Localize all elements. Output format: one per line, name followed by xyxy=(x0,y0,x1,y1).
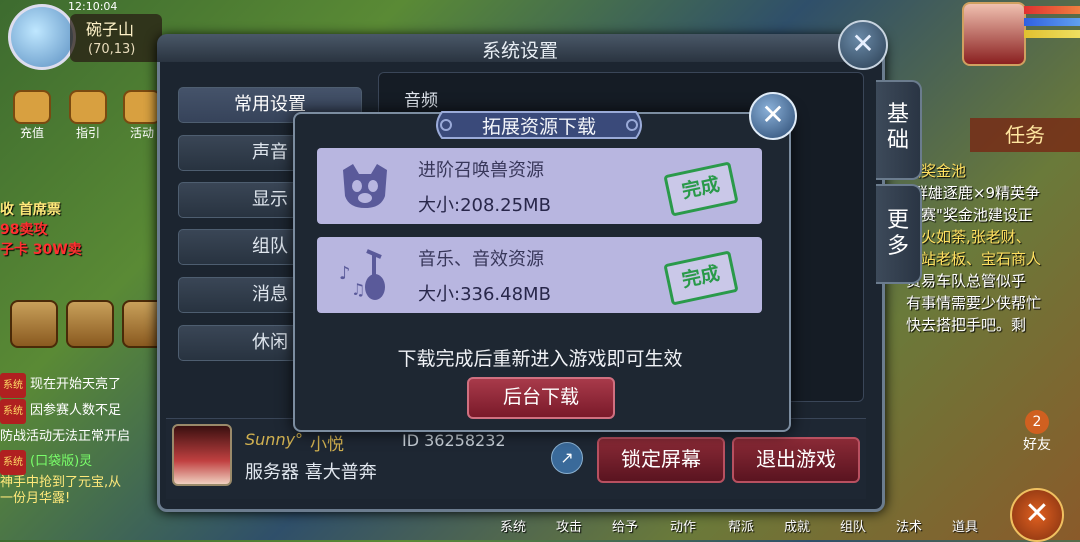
resource-card-music: ♪ ♫ 音乐、音效资源 大小:336.48MB 完成 xyxy=(317,237,762,313)
player-name: 小悦 xyxy=(310,435,344,455)
bottom-menu-bar: 系统 攻击 给予 动作 帮派 成就 组队 法术 道具 xyxy=(480,510,1080,540)
chat-line: 系统 (口袋版)灵 xyxy=(0,449,170,475)
resource-size: 大小:336.48MB xyxy=(418,284,551,305)
download-close-icon[interactable]: ✕ xyxy=(749,92,797,140)
svg-text:♫: ♫ xyxy=(351,280,365,299)
audio-section-label: 音频 xyxy=(404,91,438,111)
hero-avatar[interactable] xyxy=(962,2,1026,66)
player-name-prefix: Sunny° xyxy=(245,430,304,449)
menu-team[interactable]: 组队 xyxy=(840,516,866,535)
activity-icon xyxy=(123,90,161,124)
chat-log[interactable]: 系统 现在开始天亮了 系统 因参赛人数不足 防战活动无法正常开启 系统 (口袋版)灵 … xyxy=(0,372,170,507)
chat-line: 防战活动无法正常开启 xyxy=(0,429,131,444)
menu-action[interactable]: 动作 xyxy=(670,516,696,535)
friends-button[interactable]: 2 好友 xyxy=(1012,410,1062,454)
server-name: 服务器 喜大普奔 xyxy=(245,462,377,483)
recharge-icon xyxy=(13,90,51,124)
trade-promo-text: 收 首席票 98卖攻 子卡 30W卖 xyxy=(0,202,82,258)
menu-spell[interactable]: 法术 xyxy=(896,516,922,535)
exit-game-button[interactable]: 退出游戏 xyxy=(732,437,860,483)
svg-text:♪: ♪ xyxy=(339,263,351,284)
guide-button[interactable]: 指引 xyxy=(68,90,108,140)
hud-close-icon[interactable]: ✕ xyxy=(1010,488,1064,542)
music-pipa-icon: ♪ ♫ xyxy=(339,249,385,300)
resource-card-summon: 进阶召唤兽资源 大小:208.25MB 完成 xyxy=(317,148,762,224)
settings-close-icon[interactable]: ✕ xyxy=(838,20,888,70)
download-note: 下载完成后重新进入游戏即可生效 xyxy=(397,348,683,370)
voice-mic-icon[interactable] xyxy=(66,300,114,348)
player-id: ID 36258232 xyxy=(402,431,506,450)
hero-status-bars xyxy=(1024,6,1080,42)
recharge-button[interactable]: 充值 xyxy=(12,90,52,140)
location-name: 碗子山 xyxy=(86,20,135,39)
activity-button[interactable]: 活动 xyxy=(122,90,162,140)
minimap-bubble[interactable] xyxy=(8,4,76,70)
chat-line: 一份月华露! xyxy=(0,491,71,506)
chat-line: 系统 现在开始天亮了 xyxy=(0,372,170,398)
download-title: 拓展资源下载 xyxy=(481,116,596,138)
settings-title: 系统设置 xyxy=(481,40,558,62)
guide-icon xyxy=(69,90,107,124)
tab-more[interactable]: 更多 xyxy=(876,184,922,284)
chat-line: 神手中抢到了元宝,从 xyxy=(0,475,122,490)
lock-screen-button[interactable]: 锁定屏幕 xyxy=(597,437,725,483)
task-tab[interactable]: 任务 xyxy=(970,118,1080,152)
location-coord: (70,13) xyxy=(88,42,136,57)
menu-gang[interactable]: 帮派 xyxy=(728,516,754,535)
tab-basic[interactable]: 基础 xyxy=(876,80,922,180)
complete-stamp: 完成 xyxy=(663,161,739,217)
chat-bubble-icon[interactable] xyxy=(10,300,58,348)
menu-give[interactable]: 给予 xyxy=(612,516,638,535)
complete-stamp: 完成 xyxy=(663,250,739,306)
event-news-text: 设奖金池 "群雄逐鹿×9精英争 霸赛"奖金池建设正 加火如荼,张老财、 驿站老板… xyxy=(906,162,1042,334)
menu-item[interactable]: 道具 xyxy=(952,516,978,535)
resource-size: 大小:208.25MB xyxy=(418,195,551,216)
chat-line: 系统 因参赛人数不足 xyxy=(0,398,170,424)
menu-achievement[interactable]: 成就 xyxy=(784,516,810,535)
share-icon[interactable]: ↗ xyxy=(551,442,583,474)
menu-system[interactable]: 系统 xyxy=(500,516,526,535)
background-download-button[interactable]: 后台下载 xyxy=(467,377,615,419)
summon-beast-icon xyxy=(343,164,387,208)
player-avatar xyxy=(172,424,232,486)
resource-name: 进阶召唤兽资源 xyxy=(418,160,544,181)
resource-name: 音乐、音效资源 xyxy=(418,249,544,270)
menu-attack[interactable]: 攻击 xyxy=(556,516,582,535)
friend-count-badge: 2 xyxy=(1025,410,1049,434)
clock-text: 12:10:04 xyxy=(68,0,118,13)
